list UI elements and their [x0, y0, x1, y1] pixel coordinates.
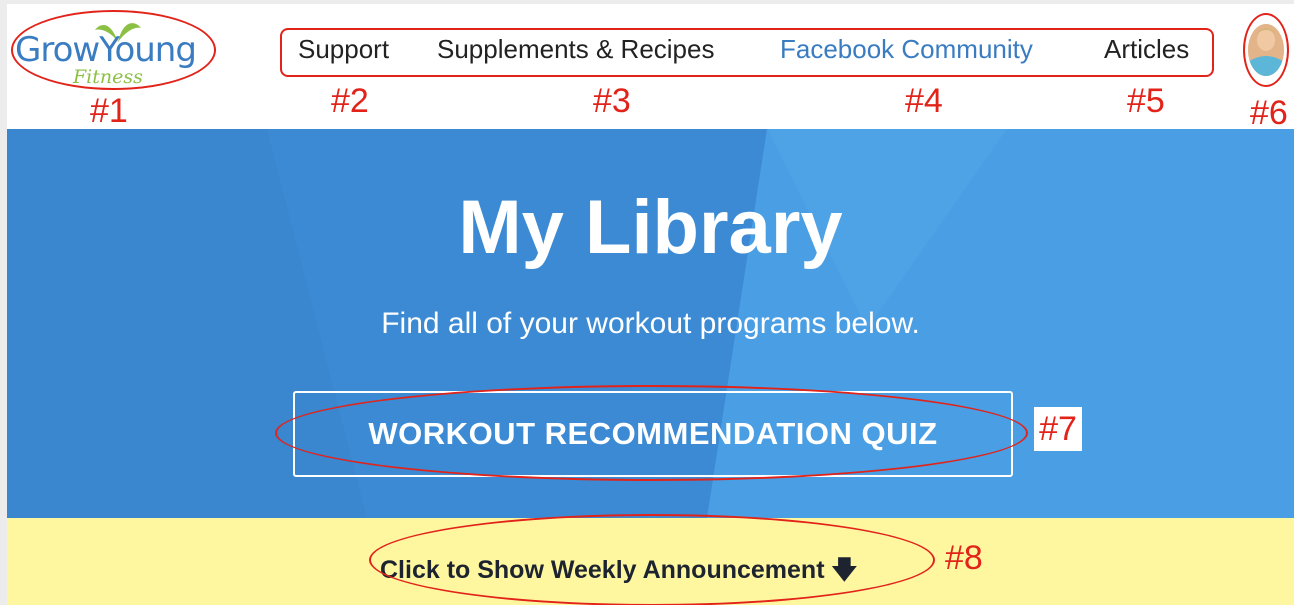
annotation-label-7: #7 [1034, 407, 1082, 451]
annotation-label-3: #3 [593, 82, 631, 120]
nav-item-supplements-recipes[interactable]: Supplements & Recipes [437, 34, 714, 65]
hero-banner: My Library Find all of your workout prog… [7, 129, 1294, 518]
annotation-label-2: #2 [331, 82, 369, 120]
nav-item-articles[interactable]: Articles [1104, 34, 1189, 65]
annotation-ellipse-8 [369, 514, 935, 605]
annotation-ellipse-1 [11, 10, 216, 90]
nav-item-facebook-community[interactable]: Facebook Community [780, 34, 1033, 65]
annotation-label-8: #8 [945, 539, 983, 577]
page-subtitle: Find all of your workout programs below. [381, 307, 920, 340]
page-title: My Library [458, 185, 843, 270]
annotation-ellipse-7 [275, 385, 1028, 481]
annotation-label-1: #1 [90, 92, 128, 130]
annotation-label-6: #6 [1250, 94, 1288, 132]
page: GrowYoung Fitness #1 Support Supplements… [7, 4, 1294, 605]
annotation-ellipse-6 [1243, 13, 1289, 87]
annotation-label-5: #5 [1127, 82, 1165, 120]
nav-item-support[interactable]: Support [298, 34, 389, 65]
announcement-bar: Click to Show Weekly Announcement 🡇 #8 [7, 514, 1294, 605]
site-header: GrowYoung Fitness #1 Support Supplements… [7, 4, 1294, 132]
annotation-box-nav [280, 28, 1214, 77]
annotation-label-4: #4 [905, 82, 943, 120]
